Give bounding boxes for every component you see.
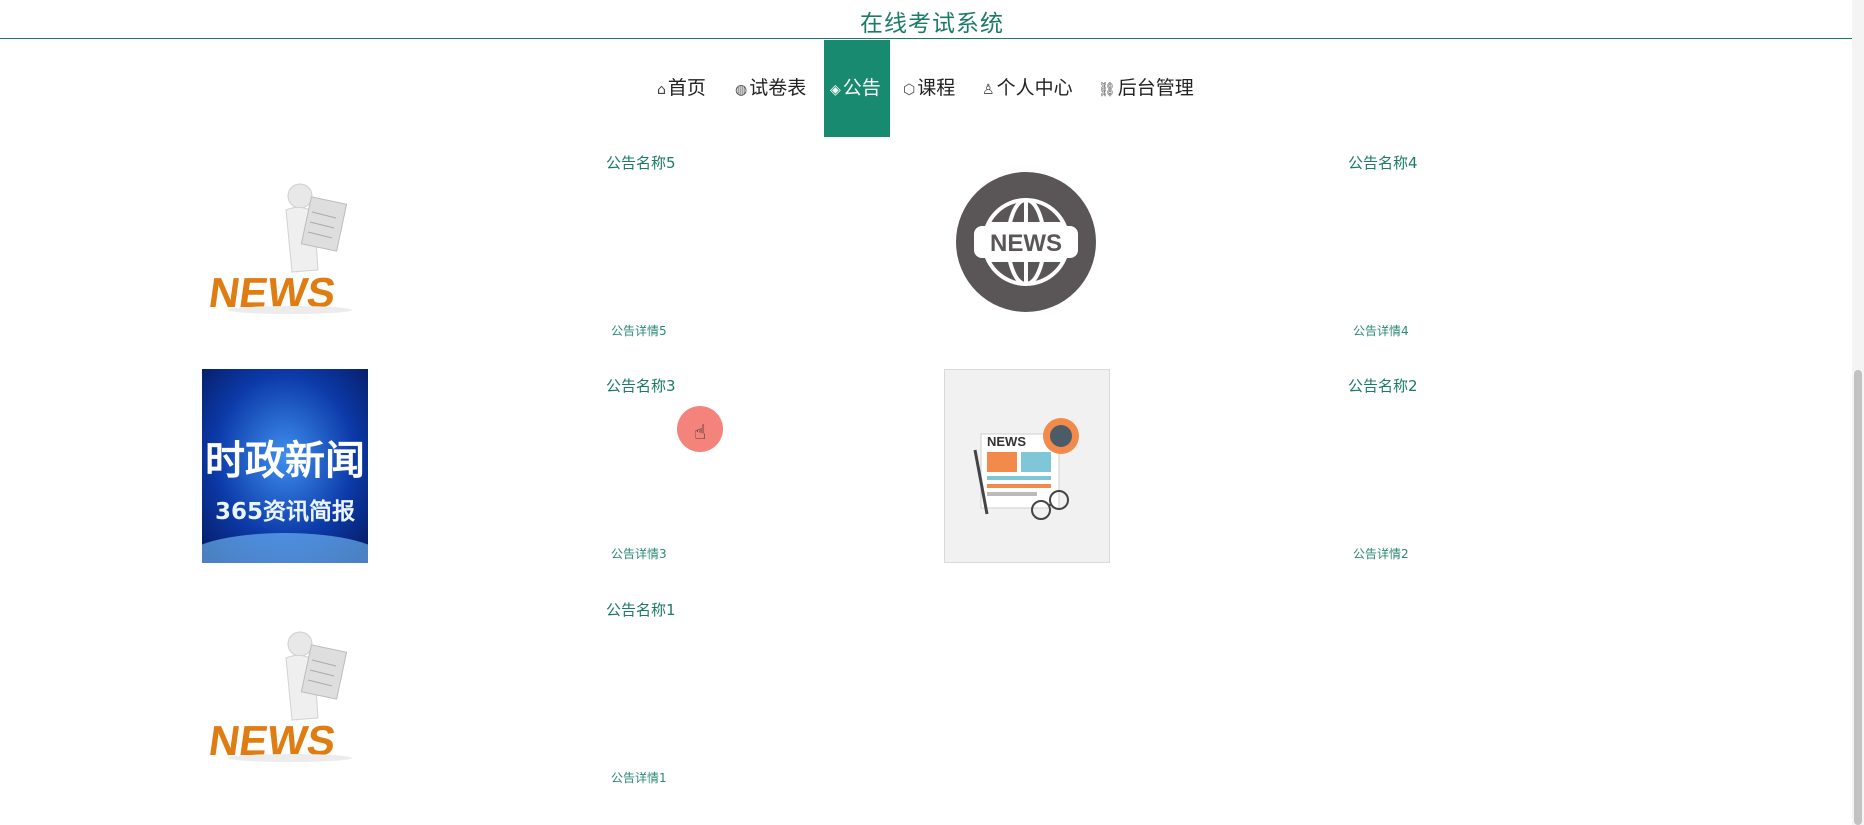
notice-name-2[interactable]: 公告名称2 bbox=[1348, 375, 1418, 396]
image-title-text: 时政新闻 bbox=[205, 438, 365, 484]
news-badge-text: NEWS bbox=[990, 230, 1062, 257]
notice-detail-4[interactable]: 公告详情4 bbox=[1353, 322, 1409, 339]
title-bar: 在线考试系统 bbox=[0, 0, 1864, 39]
notice-name-5[interactable]: 公告名称5 bbox=[606, 152, 676, 173]
scrollbar-thumb[interactable] bbox=[1854, 370, 1862, 825]
news-figure-image: NEWS bbox=[206, 183, 352, 316]
political-news-image: 时政新闻 365资讯简报 bbox=[202, 369, 368, 563]
nav-item-admin[interactable]: ⛓ 后台管理 bbox=[1098, 40, 1194, 137]
layers-icon: ◈ bbox=[830, 82, 841, 98]
scrollbar-track[interactable] bbox=[1852, 0, 1864, 825]
home-icon: ⌂ bbox=[657, 82, 666, 98]
nav-item-exam-papers[interactable]: ◍ 试卷表 bbox=[735, 40, 806, 137]
notice-name-3[interactable]: 公告名称3 bbox=[606, 375, 676, 396]
nav-label-courses: 课程 bbox=[917, 77, 956, 99]
main-nav: ⌂ 首页 ◍ 试卷表 ◈ 公告 ⬡ 课程 ♙ 个人中心 ⛓ 后台管理 bbox=[0, 40, 1864, 137]
notice-detail-2[interactable]: 公告详情2 bbox=[1353, 545, 1409, 562]
notice-detail-3[interactable]: 公告详情3 bbox=[611, 545, 667, 562]
news-globe-image: NEWS bbox=[956, 172, 1096, 312]
nav-label-admin: 后台管理 bbox=[1117, 77, 1194, 99]
notice-image-5[interactable]: NEWS bbox=[202, 160, 367, 320]
notice-detail-5[interactable]: 公告详情5 bbox=[611, 322, 667, 339]
notice-image-2[interactable]: NEWS bbox=[944, 369, 1110, 563]
notice-detail-1[interactable]: 公告详情1 bbox=[611, 769, 667, 786]
nav-item-notices[interactable]: ◈ 公告 bbox=[824, 40, 890, 137]
notice-name-1[interactable]: 公告名称1 bbox=[606, 599, 676, 620]
app-title: 在线考试系统 bbox=[860, 11, 1004, 37]
news-figure-image: NEWS bbox=[206, 631, 352, 764]
link-icon: ⛓ bbox=[1098, 82, 1116, 98]
image-subtitle-text: 365资讯简报 bbox=[215, 498, 355, 525]
notice-image-3[interactable]: 时政新闻 365资讯简报 bbox=[202, 369, 368, 563]
cube-icon: ⬡ bbox=[903, 82, 916, 98]
user-icon: ♙ bbox=[982, 82, 995, 98]
nav-item-home[interactable]: ⌂ 首页 bbox=[657, 40, 706, 137]
newspaper-illustration: NEWS bbox=[973, 418, 1079, 520]
nav-label-home: 首页 bbox=[667, 77, 706, 99]
notice-name-4[interactable]: 公告名称4 bbox=[1348, 152, 1418, 173]
nav-item-courses[interactable]: ⬡ 课程 bbox=[903, 40, 955, 137]
notice-image-4[interactable]: NEWS bbox=[944, 158, 1109, 328]
notice-image-1[interactable]: NEWS bbox=[202, 608, 367, 768]
newspaper-title-text: NEWS bbox=[987, 434, 1026, 449]
nav-label-notices: 公告 bbox=[842, 77, 881, 99]
pointer-hand-icon: ☝ bbox=[694, 420, 707, 444]
globe-icon: ◍ bbox=[735, 82, 748, 98]
nav-label-personal-center: 个人中心 bbox=[996, 77, 1073, 99]
nav-label-exam-papers: 试卷表 bbox=[749, 77, 807, 99]
nav-item-personal-center[interactable]: ♙ 个人中心 bbox=[982, 40, 1073, 137]
